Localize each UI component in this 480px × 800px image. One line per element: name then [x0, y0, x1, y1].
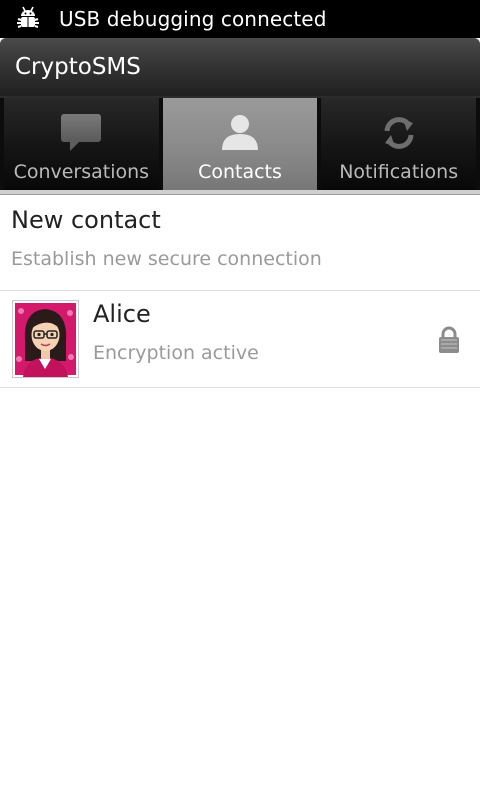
lock-icon	[437, 325, 463, 357]
tab-notifications[interactable]: Notifications	[321, 98, 477, 190]
sync-icon	[376, 110, 422, 156]
new-contact-title: New contact	[11, 206, 161, 234]
new-contact-subtitle: Establish new secure connection	[11, 248, 322, 270]
app-title: CryptoSMS	[15, 54, 141, 80]
tab-contacts-label: Contacts	[198, 161, 282, 183]
status-bar-text: USB debugging connected	[59, 7, 327, 31]
android-debug-icon	[14, 5, 42, 33]
tab-notifications-label: Notifications	[339, 161, 459, 183]
title-bar: CryptoSMS	[0, 38, 480, 96]
tab-contacts[interactable]: Contacts	[162, 98, 318, 190]
contact-name: Alice	[93, 300, 151, 328]
status-bar: USB debugging connected	[0, 0, 480, 38]
new-contact-item[interactable]: New contact Establish new secure connect…	[0, 195, 480, 291]
contact-status: Encryption active	[93, 342, 259, 364]
tab-conversations-label: Conversations	[13, 161, 150, 183]
person-icon	[217, 110, 263, 156]
contact-row-alice[interactable]: Alice Encryption active	[0, 291, 480, 388]
contact-list: New contact Establish new secure connect…	[0, 195, 480, 388]
avatar	[12, 300, 79, 378]
tab-conversations[interactable]: Conversations	[4, 98, 159, 190]
speech-bubble-icon	[58, 110, 104, 156]
tab-bar: Conversations Contacts Notifications	[0, 96, 480, 192]
